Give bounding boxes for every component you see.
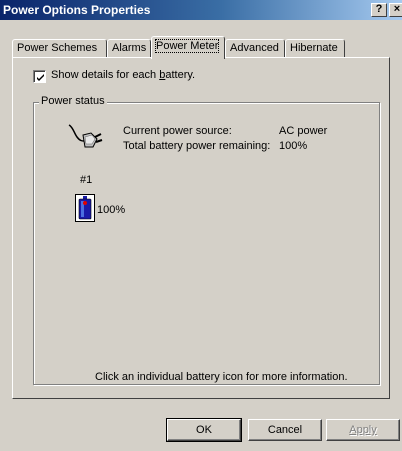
apply-button[interactable]: Apply <box>326 419 400 441</box>
cancel-label: Cancel <box>267 424 303 436</box>
apply-label: Apply <box>349 424 377 436</box>
checkmark-icon <box>37 74 44 81</box>
power-status-group: Power status Current power source: AC po… <box>33 95 380 385</box>
close-icon: × <box>393 3 401 15</box>
power-status-legend: Power status <box>39 95 107 107</box>
battery-icon <box>78 196 92 220</box>
battery-number: #1 <box>80 174 93 186</box>
cancel-button[interactable]: Cancel <box>248 419 322 441</box>
tab-label: Power Schemes <box>17 42 98 54</box>
window-title: Power Options Properties <box>3 3 151 17</box>
current-source-label: Current power source: <box>123 125 232 137</box>
current-source-value: AC power <box>279 125 328 137</box>
tab-power-schemes[interactable]: Power Schemes <box>12 39 107 58</box>
tab-power-meter[interactable]: Power Meter <box>151 36 225 59</box>
help-icon: ? <box>375 3 383 15</box>
tab-advanced[interactable]: Advanced <box>225 39 285 58</box>
battery-remaining-label: Total battery power remaining: <box>123 140 271 152</box>
tab-hibernate[interactable]: Hibernate <box>285 39 345 58</box>
title-bar[interactable]: Power Options Properties ? × <box>0 0 402 20</box>
battery-remaining-value: 100% <box>279 140 308 152</box>
ok-label: OK <box>196 424 212 436</box>
tab-alarms[interactable]: Alarms <box>107 39 151 58</box>
ok-button[interactable]: OK <box>166 418 242 442</box>
battery-1-percent: 100% <box>97 204 126 216</box>
show-details-checkbox[interactable] <box>33 70 46 83</box>
tab-label: Alarms <box>112 42 147 54</box>
tab-label: Power Meter <box>154 39 220 53</box>
tab-label: Advanced <box>230 42 279 54</box>
power-meter-panel: Show details for each battery. Power sta… <box>12 57 390 399</box>
help-button[interactable]: ? <box>371 3 387 17</box>
power-options-window: Power Options Properties ? × Power Schem… <box>0 0 402 451</box>
ac-plug-icon <box>68 124 103 148</box>
show-details-label: Show details for each battery. <box>51 69 196 81</box>
close-button[interactable]: × <box>389 3 402 17</box>
battery-1-button[interactable] <box>75 194 95 222</box>
battery-hint: Click an individual battery icon for mor… <box>95 371 348 383</box>
tab-label: Hibernate <box>290 42 338 54</box>
